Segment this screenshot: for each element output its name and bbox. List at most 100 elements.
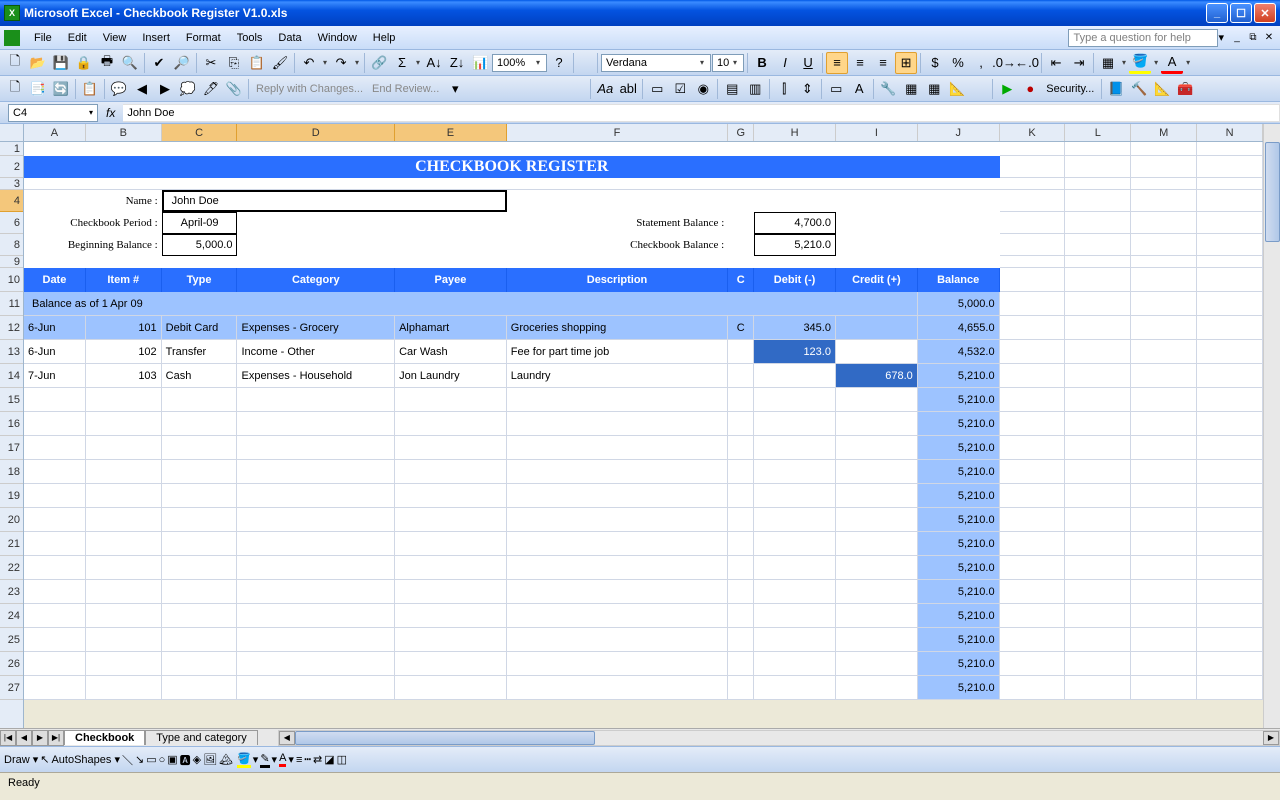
col-type[interactable]: Type — [162, 268, 238, 292]
cell[interactable] — [24, 580, 86, 604]
cell[interactable] — [162, 508, 238, 532]
menu-tools[interactable]: Tools — [229, 30, 271, 46]
col-debit[interactable]: Debit (-) — [754, 268, 836, 292]
cell[interactable] — [395, 652, 507, 676]
horizontal-scrollbar[interactable]: ◀▶ — [278, 730, 1280, 746]
cell[interactable]: Car Wash — [395, 340, 507, 364]
tb3-prop-icon[interactable]: ▦ — [900, 78, 922, 100]
cell[interactable] — [507, 652, 728, 676]
line-icon[interactable]: ＼ — [122, 752, 133, 768]
col-header[interactable]: N — [1197, 124, 1263, 141]
label-period[interactable]: Checkbook Period : — [24, 212, 162, 234]
col-date[interactable]: Date — [24, 268, 86, 292]
cell[interactable]: 101 — [86, 316, 162, 340]
cell[interactable] — [162, 484, 238, 508]
print-icon[interactable]: 🖶 — [96, 52, 118, 74]
cell[interactable] — [237, 604, 395, 628]
row-header[interactable]: 26 — [0, 652, 23, 676]
macro-rec-icon[interactable]: ● — [1019, 78, 1041, 100]
cell[interactable] — [162, 628, 238, 652]
cell[interactable] — [237, 508, 395, 532]
cell[interactable] — [395, 532, 507, 556]
row-header[interactable]: 13 — [0, 340, 23, 364]
label-chk-balance[interactable]: Checkbook Balance : — [507, 234, 728, 256]
tb3-aa-icon[interactable]: Aa — [594, 78, 616, 100]
tb3-btn-icon[interactable]: ▭ — [825, 78, 847, 100]
copy-icon[interactable]: ⎘ — [223, 52, 245, 74]
cell[interactable] — [836, 412, 918, 436]
cell[interactable]: 5,210.0 — [918, 508, 1000, 532]
controls-icon[interactable]: 🧰 — [1174, 78, 1196, 100]
cell[interactable]: C — [728, 316, 754, 340]
3d-icon[interactable]: ◫ — [337, 753, 347, 766]
fontsize-combo[interactable]: 10▾ — [712, 54, 744, 72]
cell[interactable] — [86, 460, 162, 484]
cell[interactable] — [728, 580, 754, 604]
tab-nav-first[interactable]: |◀ — [0, 730, 16, 746]
cell[interactable] — [728, 508, 754, 532]
cell[interactable] — [395, 436, 507, 460]
select-objects-icon[interactable]: ↖ — [40, 753, 49, 766]
decrease-indent-icon[interactable]: ⇤ — [1045, 52, 1067, 74]
print-preview-icon[interactable]: 🔍 — [119, 52, 141, 74]
cell[interactable]: Debit Card — [162, 316, 238, 340]
tb2-icon-6[interactable]: ◀ — [131, 78, 153, 100]
col-credit[interactable]: Credit (+) — [836, 268, 918, 292]
open-icon[interactable]: 📂 — [27, 52, 49, 74]
tb3-scroll-icon[interactable]: ⫿ — [773, 78, 795, 100]
cell[interactable] — [836, 604, 918, 628]
tab-nav-prev[interactable]: ◀ — [16, 730, 32, 746]
font-color-icon[interactable]: A — [1161, 52, 1183, 74]
cell[interactable] — [86, 628, 162, 652]
value-stmt-balance[interactable]: 4,700.0 — [754, 212, 836, 234]
zoom-combo[interactable]: 100%▾ — [492, 54, 547, 72]
arrow-style-icon[interactable]: ⇄ — [313, 753, 322, 766]
italic-icon[interactable]: I — [774, 52, 796, 74]
cell[interactable] — [728, 412, 754, 436]
macro-play-icon[interactable]: ▶ — [996, 78, 1018, 100]
cell[interactable] — [507, 532, 728, 556]
tb3-group-icon[interactable]: ▭ — [646, 78, 668, 100]
row-header[interactable]: 16 — [0, 412, 23, 436]
cell[interactable] — [507, 628, 728, 652]
row-header[interactable]: 3 — [0, 178, 23, 190]
close-button[interactable]: ✕ — [1254, 3, 1276, 23]
hyperlink-icon[interactable]: 🔗 — [368, 52, 390, 74]
cell[interactable] — [754, 412, 836, 436]
cell[interactable] — [86, 652, 162, 676]
draw-menu[interactable]: Draw ▾ — [4, 753, 38, 766]
redo-icon[interactable]: ↷ — [330, 52, 352, 74]
col-header[interactable]: A — [24, 124, 86, 141]
font-combo[interactable]: Verdana▾ — [601, 54, 711, 72]
cell[interactable] — [86, 676, 162, 700]
col-header[interactable]: F — [507, 124, 728, 141]
tb3-code-icon[interactable]: ▦ — [923, 78, 945, 100]
col-header[interactable]: I — [836, 124, 918, 141]
cell[interactable] — [507, 508, 728, 532]
cell[interactable]: Jon Laundry — [395, 364, 507, 388]
cell[interactable] — [86, 580, 162, 604]
col-header[interactable]: L — [1065, 124, 1131, 141]
cell[interactable]: 5,210.0 — [918, 436, 1000, 460]
tb2-more-icon[interactable]: ▾ — [444, 78, 466, 100]
tools-icon[interactable]: 🔨 — [1128, 78, 1150, 100]
decrease-decimal-icon[interactable]: ←.0 — [1016, 52, 1038, 74]
cell[interactable] — [507, 604, 728, 628]
cell[interactable] — [754, 580, 836, 604]
cell[interactable] — [836, 340, 918, 364]
cell[interactable]: 5,210.0 — [918, 388, 1000, 412]
cell[interactable] — [162, 676, 238, 700]
row-header[interactable]: 23 — [0, 580, 23, 604]
cell[interactable] — [507, 676, 728, 700]
row-header[interactable]: 1 — [0, 142, 23, 156]
cell[interactable]: 5,210.0 — [918, 676, 1000, 700]
select-all-corner[interactable] — [0, 124, 23, 142]
cell[interactable]: 345.0 — [754, 316, 836, 340]
cell[interactable] — [507, 412, 728, 436]
row-header[interactable]: 12 — [0, 316, 23, 340]
menu-view[interactable]: View — [95, 30, 135, 46]
row-header[interactable]: 19 — [0, 484, 23, 508]
cell[interactable]: Groceries shopping — [507, 316, 728, 340]
cell[interactable] — [754, 484, 836, 508]
cell[interactable] — [754, 388, 836, 412]
